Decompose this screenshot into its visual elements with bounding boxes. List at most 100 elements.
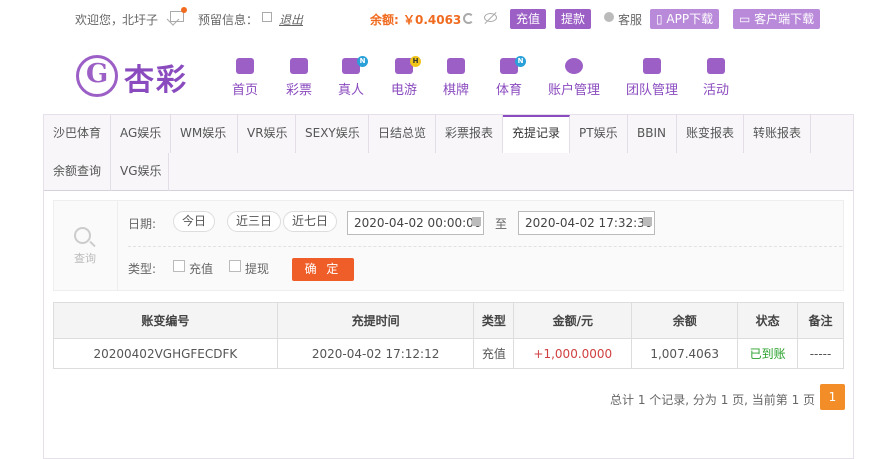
ticket-icon (290, 58, 308, 74)
nav-label: 首页 (232, 83, 259, 98)
logo-icon[interactable] (76, 55, 118, 97)
today-button[interactable]: 今日 (173, 211, 216, 232)
unread-dot (181, 7, 187, 13)
nav-account[interactable]: 账户管理 (548, 58, 600, 98)
table-row: 20200402VGHGFECDFK 2020-04-02 17:12:12 充… (53, 338, 844, 369)
column-header: 状态 (737, 302, 799, 339)
record-id: 20200402VGHGFECDFK (53, 338, 278, 369)
nav-label: 真人 (338, 83, 365, 98)
cards-icon (447, 58, 465, 74)
tab-ag[interactable]: AG娱乐 (111, 115, 171, 153)
account-icon (565, 58, 583, 74)
column-header: 充提时间 (276, 302, 475, 339)
nav-label: 电游 (391, 83, 418, 98)
tab-deposit-withdraw[interactable]: 充提记录 (503, 115, 570, 153)
tab-shaba[interactable]: 沙巴体育 (44, 115, 111, 153)
end-date-field[interactable]: 2020-04-02 17:32:30 (518, 211, 655, 235)
dealer-icon: N (342, 56, 368, 74)
tab-vr[interactable]: VR娱乐 (238, 115, 296, 153)
team-icon (643, 58, 661, 74)
start-date-value: 2020-04-02 00:00:00 (354, 216, 482, 230)
nav-egame[interactable]: H 电游 (391, 56, 421, 98)
welcome-text: 欢迎您， (75, 13, 124, 27)
report-tabs: 沙巴体育 AG娱乐 WM娱乐 VR娱乐 SEXY娱乐 日结总览 彩票报表 充提记… (44, 115, 853, 191)
records-table: 账变编号 充提时间 类型 金额/元 余额 状态 备注 20200402VGHGF… (53, 302, 844, 369)
top-bar: 欢迎您， 北圩子 预留信息： 退出 余额: ￥0.4063 充值 提款 客服 ▯… (0, 0, 893, 36)
tab-bbin[interactable]: BBIN (628, 115, 677, 153)
nav-activity[interactable]: 活动 (703, 58, 729, 98)
tab-balance-query[interactable]: 余额查询 (44, 153, 111, 191)
record-amount: +1,000.0000 (513, 338, 633, 369)
support-link[interactable]: 客服 (618, 11, 642, 28)
app-download-button[interactable]: ▯ APP下载 (650, 9, 720, 29)
reserved-info-label: 预留信息： (198, 13, 259, 27)
gamepad-icon: H (395, 56, 421, 74)
tab-wm[interactable]: WM娱乐 (171, 115, 238, 153)
column-header: 金额/元 (513, 302, 633, 339)
edit-icon[interactable] (262, 12, 272, 22)
withdraw-button[interactable]: 提款 (555, 9, 592, 29)
nav-badge: H (410, 56, 421, 67)
nav-label: 彩票 (286, 83, 313, 98)
filter-box: 查询 日期: 今日 近三日 近七日 2020-04-02 00:00:00 至 … (53, 200, 844, 291)
confirm-button[interactable]: 确 定 (292, 258, 354, 281)
nav-label: 棋牌 (443, 83, 470, 98)
tab-pt[interactable]: PT娱乐 (570, 115, 628, 153)
withdraw-checkbox[interactable] (229, 260, 241, 272)
withdraw-checkbox-label: 提现 (245, 262, 270, 276)
nav-home[interactable]: 首页 (232, 58, 258, 98)
nav-live[interactable]: N 真人 (338, 56, 368, 98)
app-download-label: APP下载 (666, 12, 714, 26)
tab-sexy[interactable]: SEXY娱乐 (296, 115, 369, 153)
record-type: 充值 (473, 338, 515, 369)
date-label: 日期: (128, 217, 157, 231)
hide-balance-icon[interactable] (484, 13, 497, 22)
nav-badge: N (357, 56, 368, 67)
last-7-days-button[interactable]: 近七日 (283, 211, 338, 232)
tab-balance-change[interactable]: 账变报表 (677, 115, 744, 153)
home-icon (236, 58, 254, 74)
column-header: 账变编号 (53, 302, 278, 339)
search-column[interactable]: 查询 (54, 201, 118, 290)
last-3-days-button[interactable]: 近三日 (227, 211, 282, 232)
search-icon[interactable] (74, 227, 91, 244)
type-label: 类型: (128, 262, 157, 276)
tab-lottery-report[interactable]: 彩票报表 (436, 115, 503, 153)
refresh-icon[interactable] (463, 13, 474, 24)
column-header: 余额 (631, 302, 739, 339)
nav-label: 账户管理 (548, 83, 601, 98)
column-header: 类型 (473, 302, 515, 339)
page-button[interactable]: 1 (820, 384, 845, 410)
record-remark: ----- (797, 338, 844, 369)
nav-badge: N (515, 56, 526, 67)
logout-link[interactable]: 退出 (279, 11, 303, 28)
to-label: 至 (495, 217, 508, 231)
start-date-field[interactable]: 2020-04-02 00:00:00 (347, 211, 484, 235)
nav-chess[interactable]: 棋牌 (443, 58, 469, 98)
deposit-checkbox[interactable] (173, 260, 185, 272)
end-date-value: 2020-04-02 17:32:30 (525, 216, 653, 230)
nav-sports[interactable]: N 体育 (496, 56, 526, 98)
nav-label: 体育 (496, 83, 523, 98)
deposit-button[interactable]: 充值 (510, 9, 547, 29)
nav-lottery[interactable]: 彩票 (286, 58, 312, 98)
search-label: 查询 (74, 252, 96, 265)
support-icon[interactable] (604, 12, 614, 22)
record-time: 2020-04-02 17:12:12 (276, 338, 475, 369)
deposit-checkbox-label: 充值 (189, 262, 214, 276)
tab-transfer-report[interactable]: 转账报表 (744, 115, 811, 153)
tab-daily-summary[interactable]: 日结总览 (369, 115, 436, 153)
nav-team[interactable]: 团队管理 (626, 58, 678, 98)
gift-icon (707, 58, 725, 74)
calendar-icon[interactable] (472, 217, 481, 226)
logo-text[interactable]: 杏彩 (124, 55, 188, 99)
tab-vg[interactable]: VG娱乐 (111, 153, 169, 191)
calendar-icon[interactable] (643, 217, 652, 226)
client-download-label: 客户端下载 (754, 12, 815, 26)
trophy-icon: N (500, 56, 526, 74)
username-link[interactable]: 北圩子 (122, 11, 158, 28)
record-balance: 1,007.4063 (631, 338, 739, 369)
client-download-button[interactable]: ▭ 客户端下载 (733, 9, 821, 29)
record-status: 已到账 (737, 338, 799, 369)
nav-label: 团队管理 (626, 83, 679, 98)
